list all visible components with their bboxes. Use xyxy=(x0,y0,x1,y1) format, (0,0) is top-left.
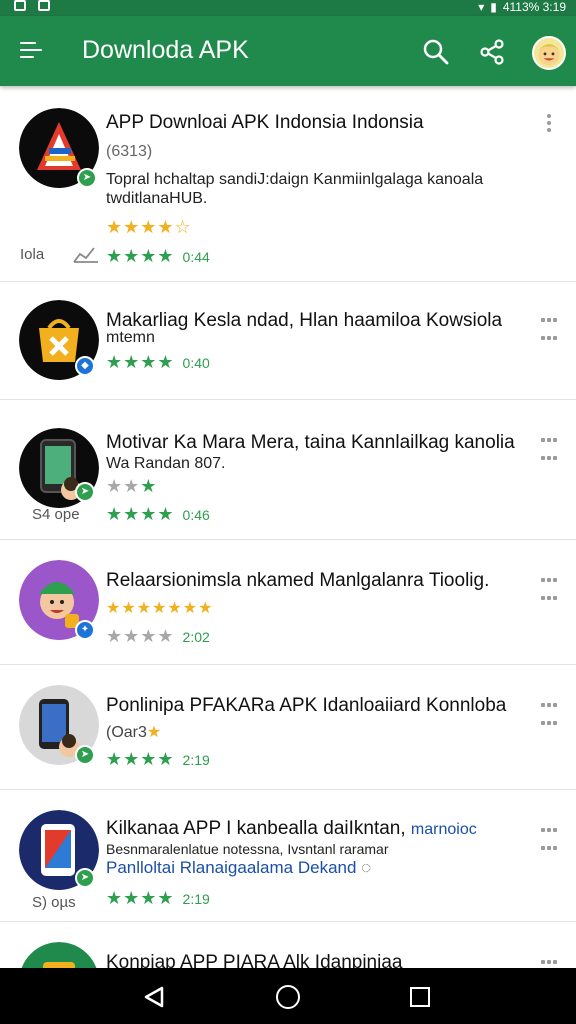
search-icon[interactable] xyxy=(422,38,450,66)
rating-value: 2:02 xyxy=(182,629,210,645)
app-name: APP Downloai APK Indonsia Indonsia xyxy=(106,112,424,133)
list-item[interactable]: ➤ Motivar Ka Mara Mera, taina Kannlailka… xyxy=(0,400,576,540)
app-desc: Panlloltai Rlanaigaalama Dekand ◌ xyxy=(106,858,372,877)
app-desc: Wa Randan 807. xyxy=(106,455,226,472)
sim-icon xyxy=(14,0,26,11)
app-meta-text: (Oar3 xyxy=(106,724,147,741)
app-name: Relaarsionimsla nkamed Manlgalanra Tiool… xyxy=(106,570,490,591)
app-name: Motivar Ka Mara Mera, taina Kannlailkag … xyxy=(106,432,515,453)
verified-badge: ➤ xyxy=(77,168,97,188)
side-label: Iola xyxy=(20,246,45,263)
app-name: Konpiap APP PIARA Alk Idanpiniaa xyxy=(106,952,403,968)
rating-value: 2:19 xyxy=(182,891,210,907)
app-meta: (6313) xyxy=(106,143,153,160)
grid-menu-icon[interactable] xyxy=(540,820,558,850)
user-rating: ★★★★ 2:19 xyxy=(106,888,210,908)
grid-menu-icon[interactable] xyxy=(540,695,558,725)
side-label: S) oµs xyxy=(32,894,76,911)
rating-value: 2:19 xyxy=(182,752,210,768)
user-rating: ★★★★ 2:02 xyxy=(106,626,210,646)
recent-apps-icon[interactable] xyxy=(410,987,430,1007)
app-desc: Topral hchaltap sandiJ:daign Kanmiinlgal… xyxy=(106,171,484,188)
more-options-icon[interactable] xyxy=(540,114,558,134)
star-rating: ★★★★★★★ xyxy=(106,600,214,617)
star-rating: ★★★★☆ xyxy=(106,217,192,237)
verified-badge: ◆ xyxy=(75,356,95,376)
app-desc: Besnmaralenlatue notessna, Ivsntanl rara… xyxy=(106,841,389,857)
app-name-text: Kilkanaa APP I kanbealla daiIkntan, xyxy=(106,818,411,839)
signal-icon: ▮ xyxy=(490,0,497,14)
avatar[interactable] xyxy=(532,36,566,70)
user-rating: ★★★★ 0:44 xyxy=(106,246,210,266)
wifi-icon: ▾ xyxy=(478,0,485,14)
system-nav-bar xyxy=(0,968,576,1024)
list-item[interactable]: ✦ Relaarsionimsla nkamed Manlgalanra Tio… xyxy=(0,540,576,665)
verified-badge: ➤ xyxy=(75,868,95,888)
list-item[interactable]: Konpiap APP PIARA Alk Idanpiniaa xyxy=(0,922,576,968)
app-meta: (Oar3★ xyxy=(106,724,162,741)
app-desc-text: Panlloltai Rlanaigaalama Dekand xyxy=(106,858,357,877)
grid-menu-icon[interactable] xyxy=(540,952,558,968)
app-name: Kilkanaa APP I kanbealla daiIkntan, marn… xyxy=(106,818,477,840)
grid-menu-icon[interactable] xyxy=(540,570,558,600)
star-rating: ★★★ xyxy=(106,476,158,496)
home-icon[interactable] xyxy=(276,985,300,1009)
rating-value: 0:44 xyxy=(182,249,210,265)
back-icon[interactable] xyxy=(142,986,166,1008)
app-name: Makarliag Kesla ndad, Hlan haamiloa Kows… xyxy=(106,310,503,331)
rating-value: 0:40 xyxy=(182,355,210,371)
app-name: Ponlinipa PFAKARa APK Idanloaiiard Konnl… xyxy=(106,695,507,716)
share-icon[interactable] xyxy=(478,38,506,66)
app-desc: mtemn xyxy=(106,329,155,346)
rating-value: 0:46 xyxy=(182,507,210,523)
status-bar: ▾ ▮ 4113% 3:19 xyxy=(0,0,576,16)
side-label: S4 ope xyxy=(32,506,80,523)
user-rating: ★★★★ 2:19 xyxy=(106,749,210,769)
notification-icon xyxy=(38,0,50,11)
menu-icon[interactable] xyxy=(20,42,44,60)
verified-badge: ➤ xyxy=(75,482,95,502)
trend-icon xyxy=(73,247,98,263)
user-rating: ★★★★ 0:46 xyxy=(106,504,210,524)
user-rating: ★★★★ 0:40 xyxy=(106,352,210,372)
list-item[interactable]: ◆ Makarliag Kesla ndad, Hlan haamiloa Ko… xyxy=(0,282,576,400)
verified-badge: ✦ xyxy=(75,620,95,640)
app-desc: twditlanaHUB. xyxy=(106,190,208,207)
grid-menu-icon[interactable] xyxy=(540,310,558,340)
app-bar: Downloda APK xyxy=(0,16,576,86)
list-item[interactable]: ➤ Kilkanaa APP I kanbealla daiIkntan, ma… xyxy=(0,790,576,922)
grid-menu-icon[interactable] xyxy=(540,430,558,460)
list-item[interactable]: ➤ APP Downloai APK Indonsia Indonsia (63… xyxy=(0,86,576,282)
app-icon[interactable] xyxy=(19,942,99,968)
verified-badge: ➤ xyxy=(75,745,95,765)
list-item[interactable]: ➤ Ponlinipa PFAKARa APK Idanloaiiard Kon… xyxy=(0,665,576,790)
page-title: Downloda APK xyxy=(82,36,249,64)
status-text: 4113% 3:19 xyxy=(502,0,566,14)
app-list: ➤ APP Downloai APK Indonsia Indonsia (63… xyxy=(0,86,576,968)
app-name-link[interactable]: marnoioc xyxy=(411,821,477,838)
